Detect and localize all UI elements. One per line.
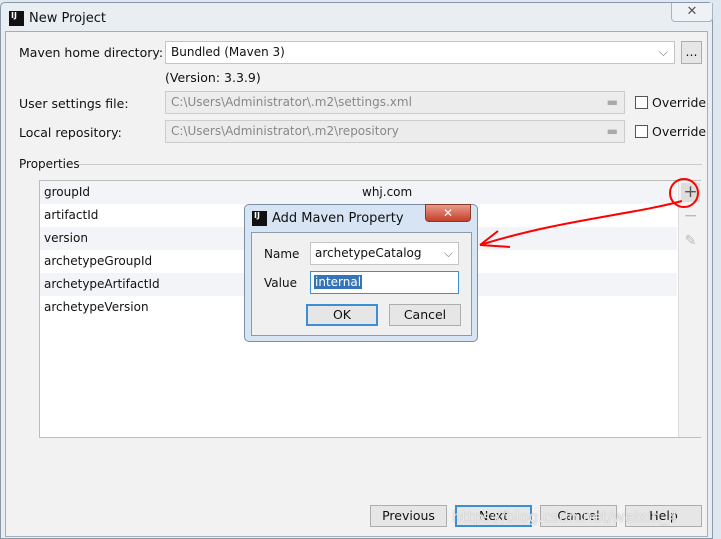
name-combobox[interactable]: archetypeCatalog ⌵ <box>310 242 459 265</box>
maven-version: (Version: 3.3.9) <box>165 70 261 85</box>
user-settings-override-checkbox[interactable] <box>635 96 648 109</box>
property-key: groupId <box>44 185 91 199</box>
property-value: whj.com <box>362 185 413 199</box>
chevron-down-icon: ⌵ <box>658 45 668 59</box>
dialog-close-button[interactable]: ✕ <box>425 204 471 222</box>
name-value: archetypeCatalog <box>315 246 422 260</box>
dialog-cancel-button[interactable]: Cancel <box>389 304 461 326</box>
dialog-content: Name archetypeCatalog ⌵ Value internal OK… <box>251 232 472 336</box>
window-title-text: New Project <box>29 11 106 26</box>
red-annotation <box>479 178 699 248</box>
name-label: Name <box>264 247 300 261</box>
dialog-title-text: Add Maven Property <box>272 211 404 226</box>
user-settings-input[interactable]: C:\Users\Administrator\.m2\settings.xml ▬ <box>165 91 625 114</box>
local-repo-label: Local repository: <box>19 125 122 140</box>
folder-icon[interactable]: ▬ <box>607 121 618 142</box>
override-label: Override <box>652 124 707 139</box>
divider <box>79 164 702 165</box>
ok-button[interactable]: OK <box>306 304 378 326</box>
user-settings-value: C:\Users\Administrator\.m2\settings.xml <box>171 95 412 109</box>
close-button[interactable]: ✕ <box>671 3 713 22</box>
property-key: archetypeVersion <box>44 300 149 314</box>
property-key: version <box>44 231 88 245</box>
local-repo-input[interactable]: C:\Users\Administrator\.m2\repository ▬ <box>165 120 625 143</box>
window-title: IJ New Project <box>9 11 106 26</box>
folder-icon[interactable]: ▬ <box>607 92 618 113</box>
intellij-icon: IJ <box>252 211 267 226</box>
local-repo-override-checkbox[interactable] <box>635 125 648 138</box>
properties-label: Properties <box>19 157 80 171</box>
value-label: Value <box>264 276 297 290</box>
add-maven-property-dialog: IJ Add Maven Property ✕ Name archetypeCat… <box>244 204 478 342</box>
maven-home-value: Bundled (Maven 3) <box>171 45 285 59</box>
user-settings-label: User settings file: <box>19 96 129 111</box>
chevron-down-icon: ⌵ <box>443 246 453 260</box>
annotation-arrow <box>479 200 683 248</box>
maven-home-label: Maven home directory: <box>19 45 164 60</box>
previous-button[interactable]: Previous <box>370 505 447 527</box>
watermark: https://blog.csdn.net/weixin_4 <box>452 508 678 526</box>
browse-button[interactable]: ... <box>681 41 702 64</box>
property-key: archetypeArtifactId <box>44 277 160 291</box>
property-key: archetypeGroupId <box>44 254 153 268</box>
maven-home-select[interactable]: Bundled (Maven 3) ⌵ <box>165 41 675 64</box>
intellij-icon: IJ <box>9 11 24 26</box>
local-repo-value: C:\Users\Administrator\.m2\repository <box>171 124 399 138</box>
override-label: Override <box>652 95 707 110</box>
dialog-title: IJ Add Maven Property <box>252 211 404 226</box>
value-text-selected: internal <box>314 275 363 289</box>
value-input[interactable]: internal <box>310 271 459 294</box>
property-key: artifactId <box>44 208 99 222</box>
